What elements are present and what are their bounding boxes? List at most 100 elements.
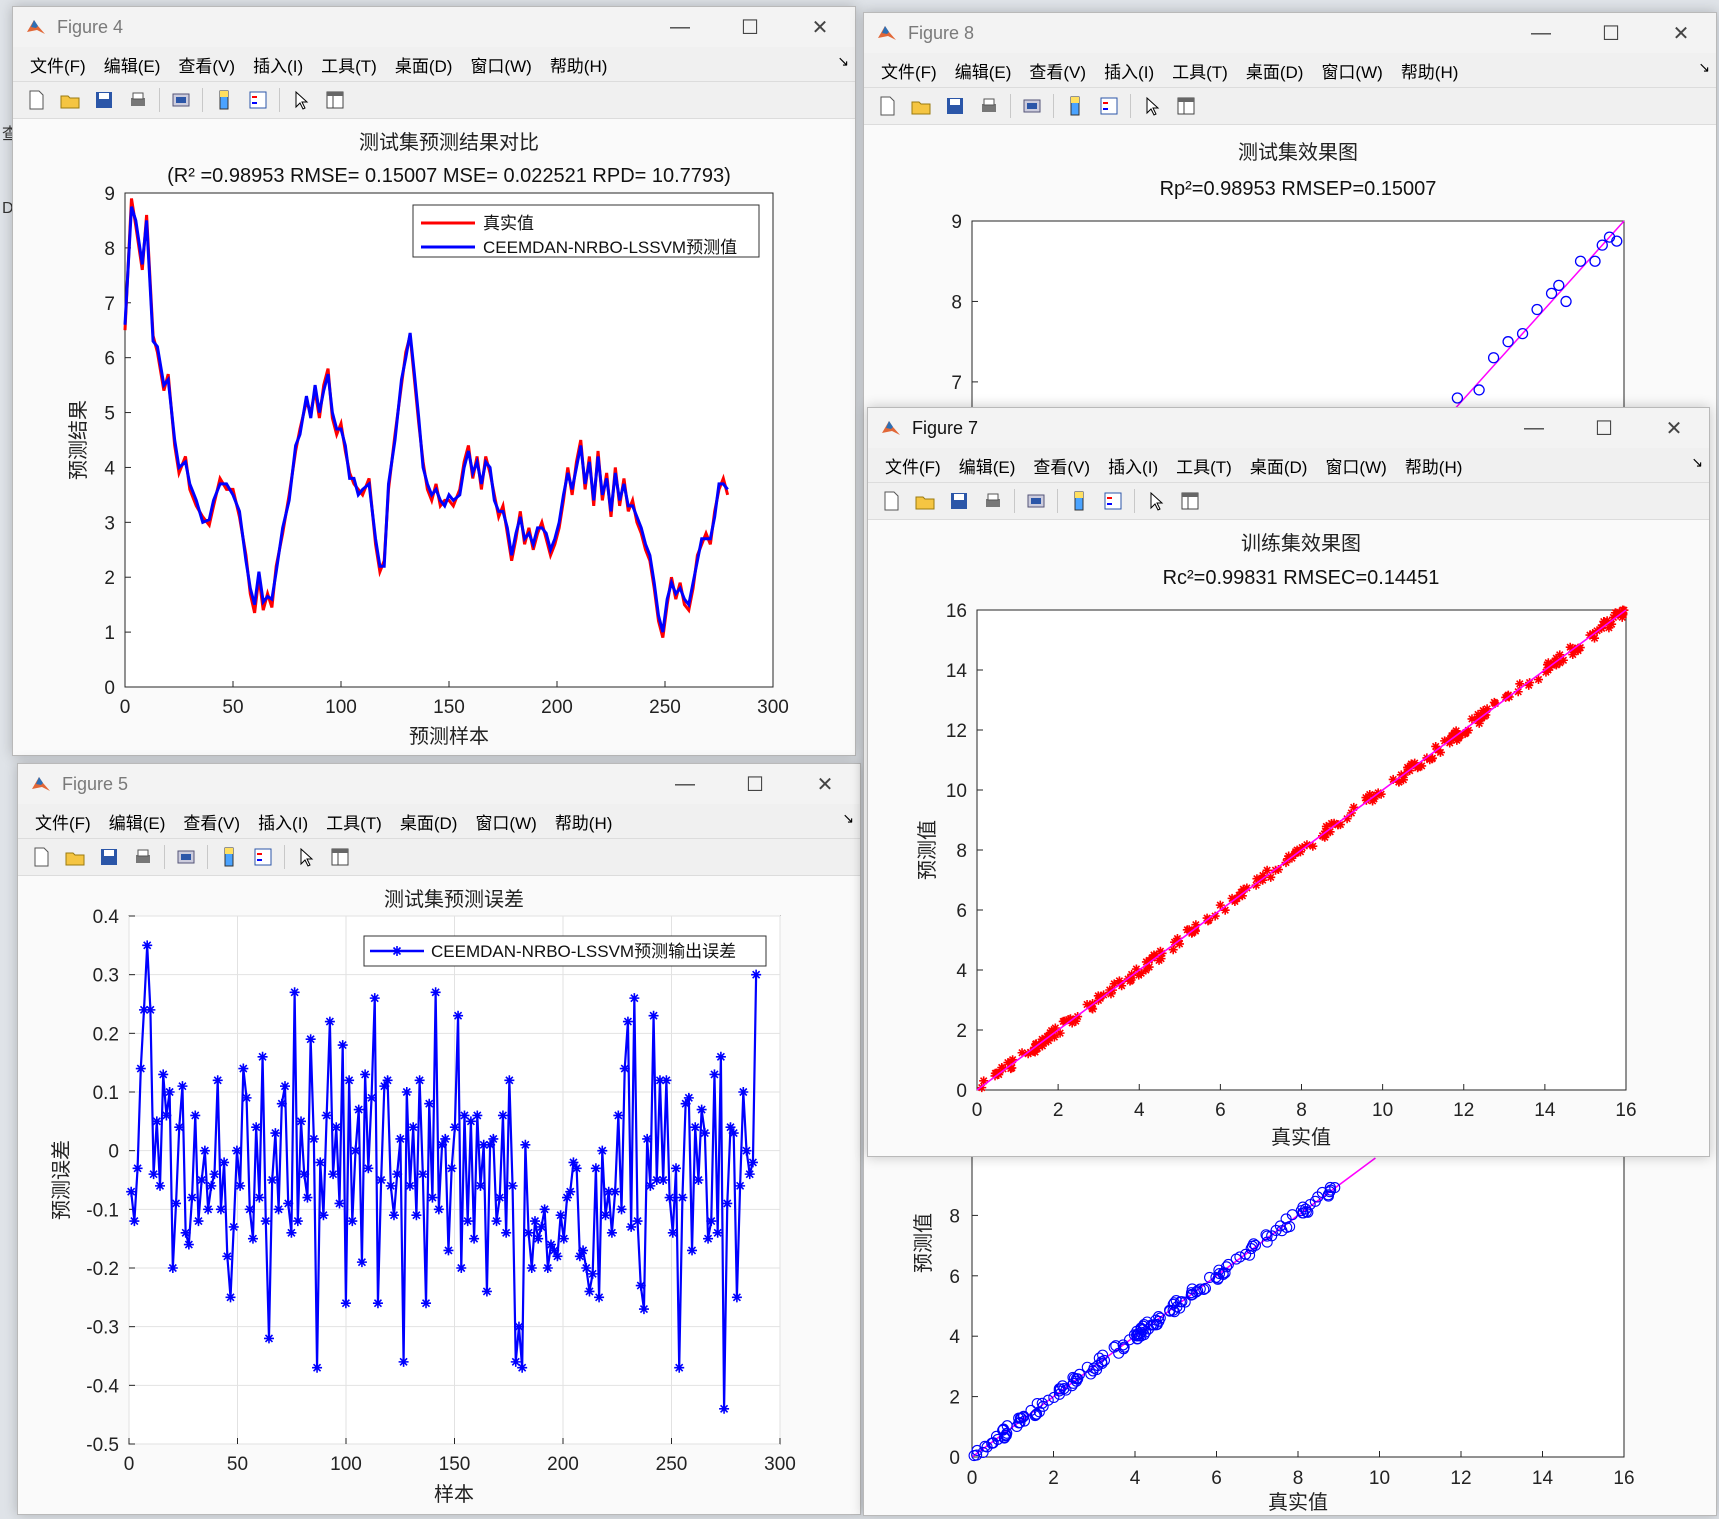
colorbar-icon[interactable] [210, 86, 238, 114]
maximize-icon[interactable]: ☐ [720, 764, 790, 804]
menu-item[interactable]: 工具(T) [1167, 453, 1241, 478]
colorbar-icon[interactable] [215, 843, 243, 871]
menu-item[interactable]: 帮助(H) [541, 52, 617, 77]
title-bar[interactable]: Figure 4 — ☐ ✕ [13, 7, 855, 47]
print-preview-icon[interactable] [1022, 487, 1050, 515]
pointer-icon[interactable] [292, 843, 320, 871]
menu-item[interactable]: 窗口(W) [461, 52, 540, 77]
legend-icon[interactable] [249, 843, 277, 871]
dock-arrow-icon[interactable]: ↘ [837, 53, 849, 70]
menu-item[interactable]: 查看(V) [1024, 453, 1099, 478]
save-icon[interactable] [95, 843, 123, 871]
x-tick-label: 8 [1293, 1468, 1304, 1489]
maximize-icon[interactable]: ☐ [715, 7, 785, 47]
new-file-icon[interactable] [877, 487, 905, 515]
print-icon[interactable] [979, 487, 1007, 515]
save-icon[interactable] [90, 86, 118, 114]
x-tick-label: 300 [757, 697, 789, 718]
new-file-icon[interactable] [27, 843, 55, 871]
dock-arrow-icon[interactable]: ↘ [1698, 59, 1710, 76]
close-icon[interactable]: ✕ [1646, 13, 1716, 53]
title-bar[interactable]: Figure 5 — ☐ ✕ [18, 764, 860, 804]
x-tick-label: 250 [649, 697, 681, 718]
y-tick-label: 8 [956, 841, 967, 862]
new-file-icon[interactable] [22, 86, 50, 114]
menu-item[interactable]: 文件(F) [876, 453, 950, 478]
menu-item[interactable]: 工具(T) [312, 52, 386, 77]
menu-item[interactable]: 帮助(H) [546, 809, 622, 834]
save-icon[interactable] [945, 487, 973, 515]
menu-item[interactable]: 查看(V) [1020, 58, 1095, 83]
dock-arrow-icon[interactable]: ↘ [1691, 454, 1703, 471]
pointer-icon[interactable] [1138, 92, 1166, 120]
menu-item[interactable]: 文件(F) [21, 52, 95, 77]
menu-item[interactable]: 文件(F) [26, 809, 100, 834]
figure-4-window[interactable]: Figure 4 — ☐ ✕ 文件(F) 编辑(E) 查看(V) 插入(I) 工具(T)… [12, 6, 856, 756]
colorbar-icon[interactable] [1061, 92, 1089, 120]
figure-7-window[interactable]: Figure 7 — ☐ ✕ 文件(F) 编辑(E) 查看(V) 插入(I) 工具(T)… [867, 407, 1710, 1157]
pointer-icon[interactable] [287, 86, 315, 114]
line-chart[interactable]: 测试集预测结果对比 (R² =0.98953 RMSE= 0.15007 MSE=… [13, 119, 855, 755]
menu-item[interactable]: 窗口(W) [1316, 453, 1395, 478]
print-preview-icon[interactable] [1018, 92, 1046, 120]
close-icon[interactable]: ✕ [785, 7, 855, 47]
legend-icon[interactable] [244, 86, 272, 114]
colorbar-icon[interactable] [1065, 487, 1093, 515]
menu-item[interactable]: 插入(I) [1099, 453, 1167, 478]
property-inspector-icon[interactable] [326, 843, 354, 871]
x-tick-label: 2 [1048, 1468, 1059, 1489]
menu-item[interactable]: 桌面(D) [1237, 58, 1313, 83]
open-folder-icon[interactable] [911, 487, 939, 515]
menu-item[interactable]: 编辑(E) [950, 453, 1025, 478]
menu-item[interactable]: 桌面(D) [1241, 453, 1317, 478]
pointer-icon[interactable] [1142, 487, 1170, 515]
maximize-icon[interactable]: ☐ [1569, 408, 1639, 448]
maximize-icon[interactable]: ☐ [1576, 13, 1646, 53]
open-folder-icon[interactable] [907, 92, 935, 120]
menu-item[interactable]: 编辑(E) [946, 58, 1021, 83]
property-inspector-icon[interactable] [1172, 92, 1200, 120]
menu-item[interactable]: 插入(I) [249, 809, 317, 834]
menu-item[interactable]: 查看(V) [174, 809, 249, 834]
menu-item[interactable]: 文件(F) [872, 58, 946, 83]
minimize-icon[interactable]: — [1506, 13, 1576, 53]
open-folder-icon[interactable] [56, 86, 84, 114]
scatter-chart[interactable]: 训练集效果图 Rc²=0.99831 RMSEC=0.14451 0 2 4 6 8 10 12… [868, 520, 1709, 1156]
title-bar[interactable]: Figure 8 — ☐ ✕ [864, 13, 1716, 53]
toolbar-separator [279, 88, 280, 112]
print-icon[interactable] [129, 843, 157, 871]
print-preview-icon[interactable] [167, 86, 195, 114]
property-inspector-icon[interactable] [1176, 487, 1204, 515]
figure-5-window[interactable]: Figure 5 — ☐ ✕ 文件(F) 编辑(E) 查看(V) 插入(I) 工具(T)… [17, 763, 861, 1515]
minimize-icon[interactable]: — [1499, 408, 1569, 448]
save-icon[interactable] [941, 92, 969, 120]
legend-icon[interactable] [1099, 487, 1127, 515]
dock-arrow-icon[interactable]: ↘ [842, 810, 854, 827]
menu-item[interactable]: 桌面(D) [391, 809, 467, 834]
close-icon[interactable]: ✕ [790, 764, 860, 804]
print-icon[interactable] [975, 92, 1003, 120]
print-icon[interactable] [124, 86, 152, 114]
menu-item[interactable]: 工具(T) [317, 809, 391, 834]
legend-icon[interactable] [1095, 92, 1123, 120]
close-icon[interactable]: ✕ [1639, 408, 1709, 448]
menu-item[interactable]: 桌面(D) [386, 52, 462, 77]
menu-item[interactable]: 工具(T) [1163, 58, 1237, 83]
menu-item[interactable]: 帮助(H) [1396, 453, 1472, 478]
menu-item[interactable]: 编辑(E) [95, 52, 170, 77]
print-preview-icon[interactable] [172, 843, 200, 871]
property-inspector-icon[interactable] [321, 86, 349, 114]
menu-item[interactable]: 窗口(W) [466, 809, 545, 834]
minimize-icon[interactable]: — [650, 764, 720, 804]
error-line-chart[interactable]: 测试集预测误差 0 50 100 150 200 250 300 -0.5 -0.4 -0.3 -0.… [18, 876, 860, 1514]
open-folder-icon[interactable] [61, 843, 89, 871]
title-bar[interactable]: Figure 7 — ☐ ✕ [868, 408, 1709, 448]
menu-item[interactable]: 编辑(E) [100, 809, 175, 834]
menu-item[interactable]: 插入(I) [244, 52, 312, 77]
menu-item[interactable]: 插入(I) [1095, 58, 1163, 83]
menu-item[interactable]: 查看(V) [169, 52, 244, 77]
minimize-icon[interactable]: — [645, 7, 715, 47]
new-file-icon[interactable] [873, 92, 901, 120]
menu-item[interactable]: 窗口(W) [1312, 58, 1391, 83]
menu-item[interactable]: 帮助(H) [1392, 58, 1468, 83]
